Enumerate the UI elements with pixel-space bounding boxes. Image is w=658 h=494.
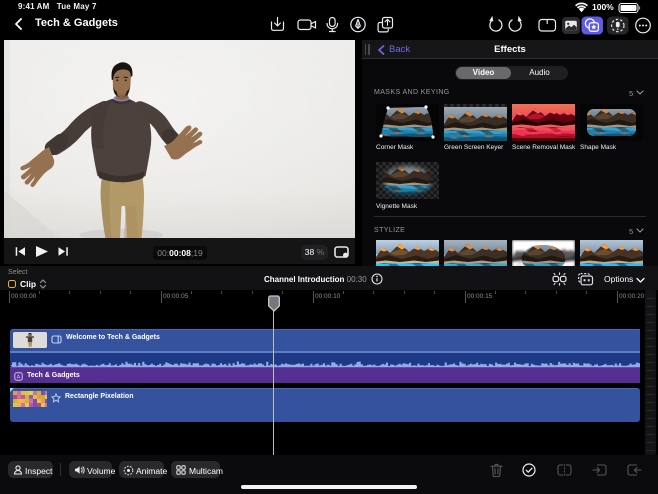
svg-text:A: A: [17, 374, 21, 380]
